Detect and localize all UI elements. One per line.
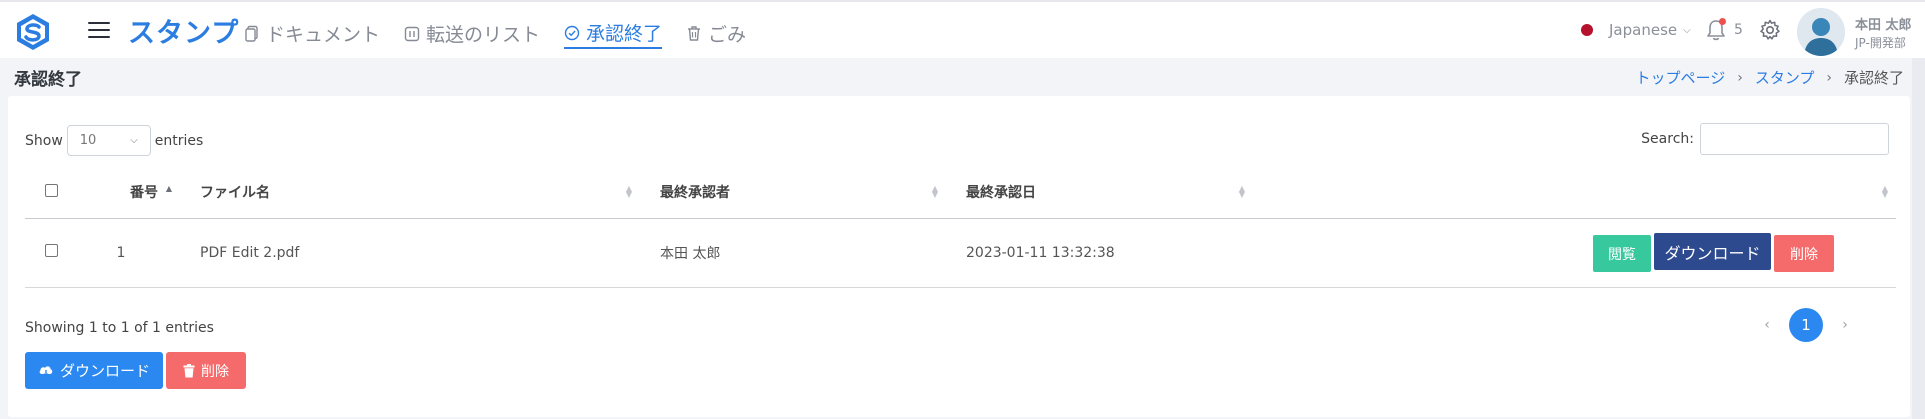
- user-name: 本田 太郎: [1855, 18, 1912, 33]
- sort-icon: ▲ ▼: [625, 184, 632, 199]
- download-button[interactable]: ダウンロード: [1654, 233, 1771, 270]
- bulk-actions: ダウンロード 削除: [25, 352, 246, 389]
- column-header-no[interactable]: 番号 ▲: [80, 167, 180, 219]
- sort-icon: ▲ ▼: [1238, 184, 1245, 199]
- approved-list-card: Show 10 ⌵ entries Search: 番号 ▲ ファイル名 ▲▼: [8, 96, 1910, 417]
- row-checkbox[interactable]: [45, 244, 58, 257]
- app-logo-icon[interactable]: [14, 13, 52, 51]
- pagination: ‹ 1 ›: [1749, 308, 1863, 342]
- nav-transfer-list[interactable]: 転送のリスト: [404, 18, 540, 49]
- bulk-download-button[interactable]: ダウンロード: [25, 352, 163, 389]
- trash-icon: [183, 363, 195, 377]
- breadcrumb-home-link[interactable]: トップページ: [1636, 67, 1726, 88]
- notification-bell-icon[interactable]: [1705, 18, 1727, 46]
- column-header-actions[interactable]: ▲ ▼: [1253, 167, 1896, 219]
- sort-icon: ▲ ▼: [1881, 184, 1888, 199]
- pagination-page-button[interactable]: 1: [1789, 308, 1823, 342]
- chevron-right-icon: ›: [1737, 69, 1743, 86]
- search-control: Search:: [1641, 123, 1889, 155]
- breadcrumb: トップページ › スタンプ › 承認終了: [1636, 67, 1905, 88]
- table-info: Showing 1 to 1 of 1 entries: [25, 320, 214, 336]
- pagination-next-button[interactable]: ›: [1827, 317, 1863, 333]
- row-actions: 閲覧 ダウンロード 削除: [1253, 218, 1896, 288]
- view-button[interactable]: 閲覧: [1593, 235, 1651, 272]
- page-length-value: 10: [79, 133, 97, 148]
- japan-flag-icon: [1581, 24, 1593, 36]
- main-nav: ドキュメント 転送のリスト 承認終了 ごみ: [244, 18, 770, 52]
- column-label-no: 番号: [130, 185, 158, 202]
- breadcrumb-stamp-link[interactable]: スタンプ: [1755, 67, 1815, 88]
- row-no: 1: [80, 218, 180, 288]
- chevron-down-icon: ⌵: [1683, 24, 1691, 36]
- list-icon: [404, 26, 420, 41]
- chevron-right-icon: ›: [1826, 69, 1832, 86]
- page-length-control: Show 10 ⌵ entries: [25, 125, 203, 156]
- sort-icon: ▲ ▼: [931, 184, 938, 199]
- table-header-row: 番号 ▲ ファイル名 ▲ ▼ 最終承認者 ▲ ▼ 最終承認日 ▲ ▼ ▲ ▼: [25, 167, 1896, 219]
- nav-documents-label: ドキュメント: [266, 24, 381, 46]
- language-label: Japanese: [1609, 21, 1678, 39]
- top-navbar: スタンプ ドキュメント 転送のリスト 承認終了 ごみ Japanese ⌵ 5 …: [0, 0, 1925, 58]
- column-label-approved-at: 最終承認日: [966, 185, 1036, 202]
- sort-asc-icon: ▲: [165, 184, 172, 193]
- cloud-download-icon: [39, 365, 53, 377]
- menu-toggle-icon[interactable]: [88, 22, 110, 40]
- breadcrumb-current: 承認終了: [1843, 69, 1904, 87]
- avatar[interactable]: [1797, 8, 1845, 56]
- row-approver: 本田 太郎: [640, 218, 946, 288]
- search-label: Search:: [1641, 131, 1694, 147]
- column-label-file-name: ファイル名: [200, 185, 270, 202]
- pagination-prev-button[interactable]: ‹: [1749, 317, 1785, 333]
- language-selector[interactable]: Japanese ⌵: [1581, 21, 1691, 39]
- column-header-approver[interactable]: 最終承認者 ▲ ▼: [640, 167, 946, 219]
- select-all-header: [25, 167, 80, 219]
- gear-icon[interactable]: [1758, 18, 1782, 46]
- entries-label: entries: [154, 132, 204, 149]
- bulk-delete-label: 削除: [201, 363, 229, 380]
- check-circle-icon: [564, 25, 580, 40]
- nav-approved-label: 承認終了: [586, 23, 663, 45]
- user-department: JP-開発部: [1855, 36, 1906, 50]
- bulk-delete-button[interactable]: 削除: [166, 352, 246, 389]
- column-header-approved-at[interactable]: 最終承認日 ▲ ▼: [946, 167, 1253, 219]
- app-title[interactable]: スタンプ: [128, 11, 239, 50]
- nav-trash-label: ごみ: [708, 24, 747, 46]
- trash-icon: [688, 26, 701, 41]
- approved-documents-table: 番号 ▲ ファイル名 ▲ ▼ 最終承認者 ▲ ▼ 最終承認日 ▲ ▼ ▲ ▼ 1…: [25, 167, 1896, 288]
- page-title: 承認終了: [14, 70, 82, 90]
- chevron-down-icon: ⌵: [130, 135, 138, 146]
- table-row: 1 PDF Edit 2.pdf 本田 太郎 2023-01-11 13:32:…: [25, 218, 1896, 288]
- notification-dot: [1719, 18, 1726, 25]
- column-label-approver: 最終承認者: [660, 185, 730, 202]
- column-header-file-name[interactable]: ファイル名 ▲ ▼: [180, 167, 640, 219]
- document-icon: [245, 25, 258, 42]
- row-approved-at: 2023-01-11 13:32:38: [946, 218, 1253, 288]
- show-label: Show: [25, 132, 63, 149]
- scrollbar-track[interactable]: [1912, 58, 1925, 419]
- notification-count: 5: [1734, 22, 1743, 38]
- bulk-download-label: ダウンロード: [59, 362, 150, 380]
- select-all-checkbox[interactable]: [45, 183, 58, 197]
- nav-documents[interactable]: ドキュメント: [244, 18, 380, 49]
- nav-transfer-list-label: 転送のリスト: [426, 24, 541, 46]
- delete-button[interactable]: 削除: [1774, 235, 1834, 272]
- nav-approved[interactable]: 承認終了: [564, 18, 663, 49]
- search-input[interactable]: [1700, 123, 1889, 155]
- row-file-name: PDF Edit 2.pdf: [180, 218, 640, 288]
- nav-trash[interactable]: ごみ: [686, 18, 746, 49]
- row-select-cell: [25, 218, 80, 288]
- page-length-select[interactable]: 10 ⌵: [66, 125, 151, 156]
